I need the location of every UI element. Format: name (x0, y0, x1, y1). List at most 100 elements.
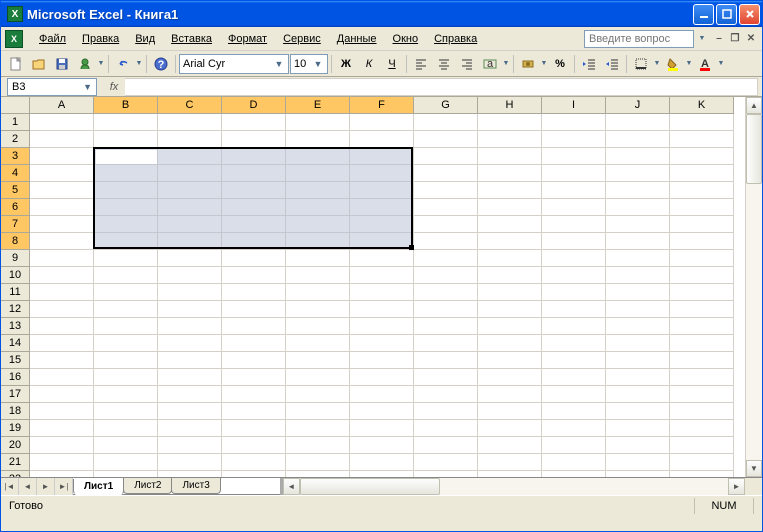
cell-G16[interactable] (414, 369, 478, 386)
cell-C9[interactable] (158, 250, 222, 267)
row-header-10[interactable]: 10 (1, 267, 30, 284)
cell-D21[interactable] (222, 454, 286, 471)
cell-E4[interactable] (286, 165, 350, 182)
cell-K16[interactable] (670, 369, 734, 386)
menu-data[interactable]: Данные (329, 31, 385, 47)
sheet-tab-2[interactable]: Лист2 (123, 478, 172, 494)
cell-A6[interactable] (30, 199, 94, 216)
align-right-button[interactable] (456, 53, 478, 75)
cell-G4[interactable] (414, 165, 478, 182)
fx-button[interactable]: fx (103, 81, 125, 93)
cell-I11[interactable] (542, 284, 606, 301)
cell-E13[interactable] (286, 318, 350, 335)
cell-H22[interactable] (478, 471, 542, 477)
tab-nav-next[interactable]: ► (37, 478, 55, 495)
cell-J7[interactable] (606, 216, 670, 233)
cell-D20[interactable] (222, 437, 286, 454)
cell-C22[interactable] (158, 471, 222, 477)
cell-C6[interactable] (158, 199, 222, 216)
cell-J1[interactable] (606, 114, 670, 131)
cell-K19[interactable] (670, 420, 734, 437)
cell-K14[interactable] (670, 335, 734, 352)
cell-A2[interactable] (30, 131, 94, 148)
row-header-15[interactable]: 15 (1, 352, 30, 369)
cell-I15[interactable] (542, 352, 606, 369)
cell-H3[interactable] (478, 148, 542, 165)
cell-E21[interactable] (286, 454, 350, 471)
cell-A17[interactable] (30, 386, 94, 403)
maximize-button[interactable] (716, 4, 737, 25)
scroll-up-button[interactable]: ▲ (746, 97, 762, 114)
bold-button[interactable]: Ж (335, 53, 357, 75)
row-header-20[interactable]: 20 (1, 437, 30, 454)
row-header-9[interactable]: 9 (1, 250, 30, 267)
save-button[interactable] (51, 53, 73, 75)
help-search-input[interactable] (584, 30, 694, 48)
cell-J19[interactable] (606, 420, 670, 437)
cell-D17[interactable] (222, 386, 286, 403)
cell-F10[interactable] (350, 267, 414, 284)
cell-F3[interactable] (350, 148, 414, 165)
undo-button[interactable] (112, 53, 134, 75)
cell-G2[interactable] (414, 131, 478, 148)
cell-J18[interactable] (606, 403, 670, 420)
cell-C17[interactable] (158, 386, 222, 403)
underline-button[interactable]: Ч (381, 53, 403, 75)
cell-E12[interactable] (286, 301, 350, 318)
column-header-I[interactable]: I (542, 97, 606, 114)
row-header-2[interactable]: 2 (1, 131, 30, 148)
formula-input[interactable] (125, 78, 758, 96)
menu-format[interactable]: Формат (220, 31, 275, 47)
cell-I21[interactable] (542, 454, 606, 471)
row-header-14[interactable]: 14 (1, 335, 30, 352)
cell-K5[interactable] (670, 182, 734, 199)
cell-I18[interactable] (542, 403, 606, 420)
cell-D7[interactable] (222, 216, 286, 233)
menu-view[interactable]: Вид (127, 31, 163, 47)
cell-D18[interactable] (222, 403, 286, 420)
cell-F19[interactable] (350, 420, 414, 437)
vertical-scrollbar[interactable]: ▲ ▼ (745, 97, 762, 477)
tab-nav-last[interactable]: ►| (55, 478, 73, 495)
cell-F21[interactable] (350, 454, 414, 471)
cell-D13[interactable] (222, 318, 286, 335)
cell-G18[interactable] (414, 403, 478, 420)
cell-H7[interactable] (478, 216, 542, 233)
cell-F16[interactable] (350, 369, 414, 386)
cell-F5[interactable] (350, 182, 414, 199)
cell-F9[interactable] (350, 250, 414, 267)
cell-J16[interactable] (606, 369, 670, 386)
name-box[interactable]: B3▼ (7, 78, 97, 96)
cell-D1[interactable] (222, 114, 286, 131)
column-header-H[interactable]: H (478, 97, 542, 114)
cell-G10[interactable] (414, 267, 478, 284)
cell-C5[interactable] (158, 182, 222, 199)
column-header-B[interactable]: B (94, 97, 158, 114)
tab-nav-prev[interactable]: ◄ (19, 478, 37, 495)
cell-E1[interactable] (286, 114, 350, 131)
cell-F12[interactable] (350, 301, 414, 318)
column-header-D[interactable]: D (222, 97, 286, 114)
merge-center-button[interactable]: a (479, 53, 501, 75)
cell-D2[interactable] (222, 131, 286, 148)
cell-C12[interactable] (158, 301, 222, 318)
cell-D15[interactable] (222, 352, 286, 369)
cell-H8[interactable] (478, 233, 542, 250)
cell-J13[interactable] (606, 318, 670, 335)
cell-B22[interactable] (94, 471, 158, 477)
cell-E11[interactable] (286, 284, 350, 301)
row-header-4[interactable]: 4 (1, 165, 30, 182)
cell-J8[interactable] (606, 233, 670, 250)
cell-G17[interactable] (414, 386, 478, 403)
cell-K8[interactable] (670, 233, 734, 250)
cell-C3[interactable] (158, 148, 222, 165)
merge-dropdown-icon[interactable]: ▼ (502, 60, 510, 67)
cell-F1[interactable] (350, 114, 414, 131)
cell-A8[interactable] (30, 233, 94, 250)
cell-J20[interactable] (606, 437, 670, 454)
font-color-button[interactable]: A (694, 53, 716, 75)
tab-nav-first[interactable]: |◄ (1, 478, 19, 495)
help-dropdown-icon[interactable]: ▼ (698, 35, 706, 42)
cell-K6[interactable] (670, 199, 734, 216)
row-header-13[interactable]: 13 (1, 318, 30, 335)
